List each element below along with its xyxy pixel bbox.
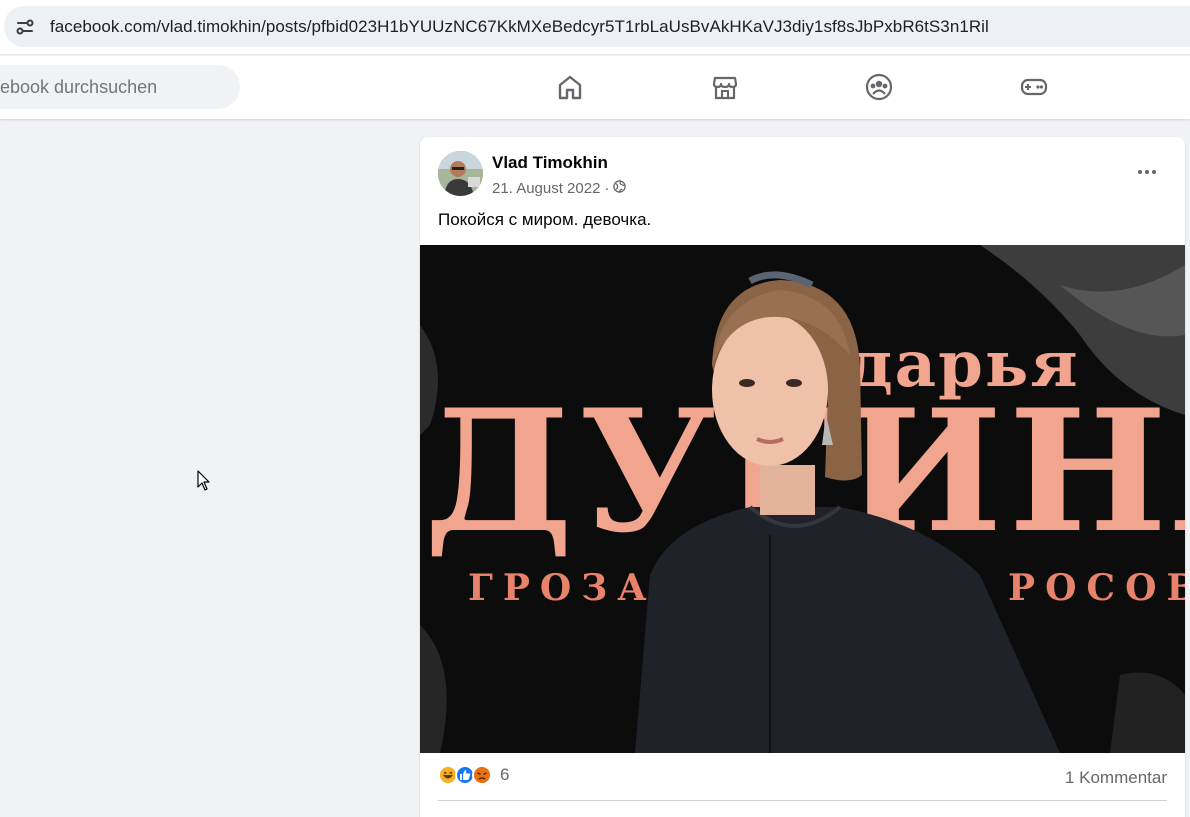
search-box[interactable] [0, 65, 240, 109]
site-info-icon[interactable] [14, 16, 36, 38]
comment-count-link[interactable]: 1 Kommentar [1065, 768, 1167, 788]
marketplace-icon[interactable] [708, 70, 742, 104]
home-icon[interactable] [553, 70, 587, 104]
more-options-button[interactable] [1132, 157, 1162, 187]
author-name[interactable]: Vlad Timokhin [492, 153, 608, 173]
divider [438, 800, 1167, 801]
post-image[interactable]: дарья ДУГИНА ГРОЗА РОСОВ [420, 245, 1185, 753]
globe-icon [613, 180, 627, 197]
gaming-icon[interactable] [1017, 70, 1051, 104]
mouse-cursor-icon [197, 470, 211, 497]
address-bar[interactable]: facebook.com/vlad.timokhin/posts/pfbid02… [4, 6, 1190, 47]
dot [1138, 170, 1142, 174]
author-avatar[interactable] [438, 151, 483, 196]
post-text: Покойся с миром. девочка. [438, 210, 652, 229]
url-text[interactable]: facebook.com/vlad.timokhin/posts/pfbid02… [50, 17, 989, 37]
meta-separator: · [604, 180, 610, 197]
reactions-summary[interactable]: 6 [438, 765, 509, 785]
facebook-header [0, 56, 1190, 119]
portrait-figure [635, 271, 1060, 753]
groups-icon[interactable] [862, 70, 896, 104]
browser-toolbar: facebook.com/vlad.timokhin/posts/pfbid02… [0, 0, 1190, 55]
post-card: Vlad Timokhin 21. August 2022 · Покойся … [420, 137, 1185, 817]
reaction-count: 6 [500, 765, 510, 784]
dot [1152, 170, 1156, 174]
dot [1145, 170, 1149, 174]
post-meta: 21. August 2022 · [492, 180, 627, 197]
post-date[interactable]: 21. August 2022 [492, 180, 600, 197]
search-input[interactable] [0, 65, 240, 109]
angry-reaction-icon [472, 765, 492, 785]
